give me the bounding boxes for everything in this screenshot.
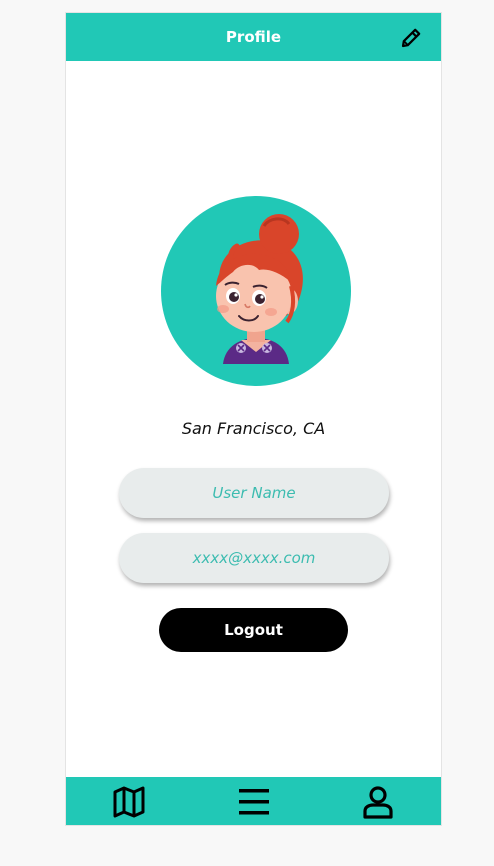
- app-header: Profile: [66, 13, 441, 61]
- menu-icon: [239, 789, 269, 815]
- avatar: [161, 196, 351, 386]
- map-icon: [113, 786, 145, 818]
- location-text: San Francisco, CA: [181, 419, 326, 438]
- username-input[interactable]: [119, 468, 389, 518]
- email-input[interactable]: [119, 533, 389, 583]
- nav-profile-button[interactable]: [361, 785, 395, 819]
- page-title: Profile: [225, 28, 282, 46]
- bottom-nav: [66, 777, 441, 825]
- user-icon: [363, 786, 393, 819]
- logout-button[interactable]: Logout: [159, 608, 348, 652]
- nav-map-button[interactable]: [112, 785, 146, 819]
- profile-screen: Profile San Francisco, CA User Name xxxx…: [66, 13, 441, 825]
- nav-menu-button[interactable]: [237, 785, 271, 819]
- pencil-icon: [401, 28, 421, 48]
- edit-button[interactable]: [399, 26, 423, 50]
- cartoon-girl-avatar: [216, 214, 303, 364]
